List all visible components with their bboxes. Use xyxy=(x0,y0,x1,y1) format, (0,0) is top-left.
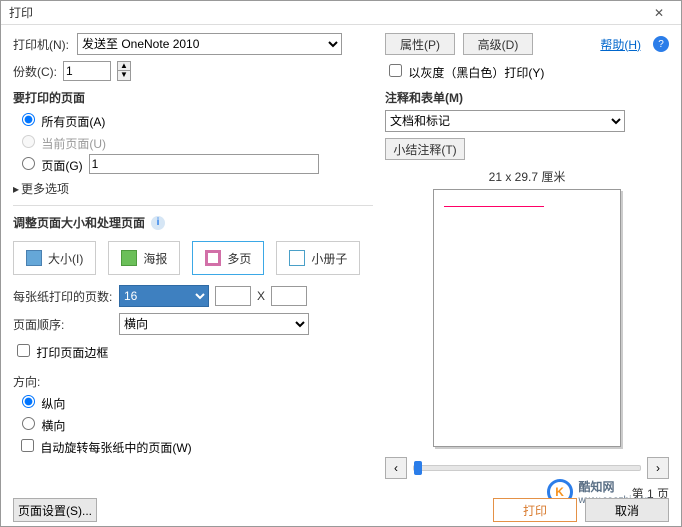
radio-portrait[interactable]: 纵向 xyxy=(17,397,65,411)
page-range-input[interactable] xyxy=(89,154,319,174)
printer-select[interactable]: 发送至 OneNote 2010 xyxy=(77,33,342,55)
slider-thumb[interactable] xyxy=(414,461,422,475)
page-order-select[interactable]: 横向 xyxy=(119,313,309,335)
paper-preview xyxy=(433,189,621,447)
pages-per-sheet-label: 每张纸打印的页数: xyxy=(13,288,113,305)
orientation-label: 方向: xyxy=(13,373,373,390)
custom-rows-input[interactable] xyxy=(271,286,307,306)
poster-icon xyxy=(121,250,137,266)
print-border-checkbox[interactable]: 打印页面边框 xyxy=(13,341,108,361)
chevron-right-icon: ▸ xyxy=(13,182,19,196)
copies-spinner[interactable]: ▲▼ xyxy=(117,61,131,81)
page-setup-button[interactable]: 页面设置(S)... xyxy=(13,498,97,522)
zoom-slider[interactable] xyxy=(413,465,641,471)
properties-button[interactable]: 属性(P) xyxy=(385,33,455,55)
info-icon[interactable]: i xyxy=(151,216,165,230)
page-order-label: 页面顺序: xyxy=(13,316,113,333)
chevron-right-icon: › xyxy=(656,461,660,475)
radio-all-pages[interactable]: 所有页面(A) xyxy=(17,115,105,129)
radio-landscape[interactable]: 横向 xyxy=(17,419,65,433)
next-page-button[interactable]: › xyxy=(647,457,669,479)
custom-cols-input[interactable] xyxy=(215,286,251,306)
autorotate-checkbox[interactable]: 自动旋转每张纸中的页面(W) xyxy=(17,441,192,455)
pages-title: 要打印的页面 xyxy=(13,89,373,106)
radio-page-range[interactable]: 页面(G) xyxy=(17,154,83,174)
tab-size[interactable]: 大小(I) xyxy=(13,241,96,275)
more-options-toggle[interactable]: ▸更多选项 xyxy=(13,180,373,197)
comments-title: 注释和表单(M) xyxy=(385,89,669,106)
summarize-comments-button[interactable]: 小结注释(T) xyxy=(385,138,465,160)
prev-page-button[interactable]: ‹ xyxy=(385,457,407,479)
copies-input[interactable] xyxy=(63,61,111,81)
multi-icon xyxy=(205,250,221,266)
cancel-button[interactable]: 取消 xyxy=(585,498,669,522)
spin-down-icon[interactable]: ▼ xyxy=(118,71,130,80)
title-bar: 打印 ✕ xyxy=(1,1,681,25)
tab-poster[interactable]: 海报 xyxy=(108,241,180,275)
print-button[interactable]: 打印 xyxy=(493,498,577,522)
window-title: 打印 xyxy=(9,4,645,21)
tab-multi[interactable]: 多页 xyxy=(192,241,264,275)
x-label: X xyxy=(257,289,265,303)
booklet-icon xyxy=(289,250,305,266)
close-icon[interactable]: ✕ xyxy=(645,6,673,20)
help-link[interactable]: 帮助(H) xyxy=(600,36,641,53)
help-icon[interactable]: ? xyxy=(653,36,669,52)
sizing-title: 调整页面大小和处理页面i xyxy=(13,214,373,231)
tab-booklet[interactable]: 小册子 xyxy=(276,241,360,275)
comments-select[interactable]: 文档和标记 xyxy=(385,110,625,132)
copies-label: 份数(C): xyxy=(13,63,57,80)
chevron-left-icon: ‹ xyxy=(394,461,398,475)
pages-per-sheet-select[interactable]: 16 xyxy=(119,285,209,307)
grayscale-checkbox[interactable]: 以灰度（黑白色）打印(Y) xyxy=(385,61,544,81)
paper-size-caption: 21 x 29.7 厘米 xyxy=(385,168,669,185)
size-icon xyxy=(26,250,42,266)
preview-content-line xyxy=(444,206,544,207)
printer-label: 打印机(N): xyxy=(13,36,69,53)
advanced-button[interactable]: 高级(D) xyxy=(463,33,533,55)
radio-current-page: 当前页面(U) xyxy=(17,137,106,151)
